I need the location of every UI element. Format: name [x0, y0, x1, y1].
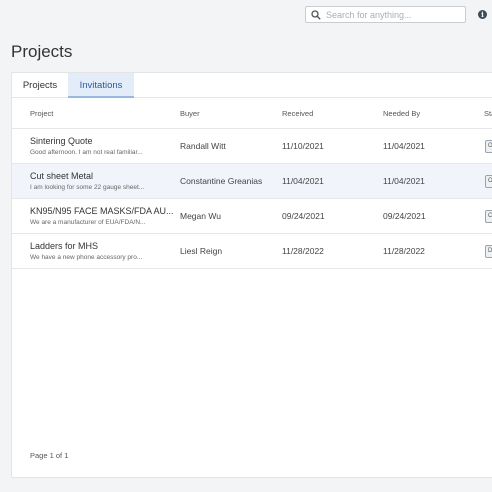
project-title: Ladders for MHS [30, 241, 99, 251]
project-description: We are a manufacturer of EUA/FDA/N... [30, 219, 146, 226]
table-header: Project Buyer Received Needed By Sta [12, 98, 492, 129]
page-title: Projects [11, 42, 73, 61]
table-row[interactable]: Ladders for MHS We have a new phone acce… [12, 234, 492, 269]
project-description: We have a new phone accessory pro... [30, 254, 143, 261]
project-cell: Ladders for MHS We have a new phone acce… [30, 241, 175, 261]
buyer-cell: Randall Witt [180, 141, 226, 151]
info-icon[interactable]: i [478, 10, 487, 19]
buyer-cell: Liesl Reign [180, 246, 223, 256]
project-cell: Sintering Quote Good afternoon. I am not… [30, 136, 175, 156]
table-row[interactable]: Cut sheet Metal I am looking for some 22… [12, 164, 492, 199]
needed-by-cell: 11/04/2021 [383, 141, 425, 151]
project-cell: Cut sheet Metal I am looking for some 22… [30, 171, 175, 191]
tab-invitations[interactable]: Invitations [68, 73, 134, 98]
status-badge: C [485, 210, 492, 223]
project-description: Good afternoon. I am not real familiar..… [30, 149, 143, 156]
project-title: Sintering Quote [30, 136, 93, 146]
status-badge: O [485, 175, 492, 188]
table-row[interactable]: KN95/N95 FACE MASKS/FDA AU... We are a m… [12, 199, 492, 234]
received-cell: 11/28/2022 [282, 246, 324, 256]
buyer-cell: Constantine Greanias [180, 176, 263, 186]
top-bar: i [0, 0, 492, 28]
search-icon [311, 9, 321, 20]
project-title: KN95/N95 FACE MASKS/FDA AU... [30, 206, 174, 216]
buyer-cell: Megan Wu [180, 211, 221, 221]
needed-by-cell: 11/04/2021 [383, 176, 425, 186]
table-row[interactable]: Sintering Quote Good afternoon. I am not… [12, 129, 492, 164]
project-cell: KN95/N95 FACE MASKS/FDA AU... We are a m… [30, 206, 175, 226]
column-header-buyer[interactable]: Buyer [180, 98, 200, 129]
received-cell: 11/04/2021 [282, 176, 324, 186]
column-header-received[interactable]: Received [282, 98, 313, 129]
search-box[interactable] [305, 6, 466, 23]
pagination-text: Page 1 of 1 [30, 451, 69, 460]
project-description: I am looking for some 22 gauge sheet... [30, 184, 145, 191]
column-header-project[interactable]: Project [30, 98, 53, 129]
project-title: Cut sheet Metal [30, 171, 94, 181]
projects-card: Projects Invitations Project Buyer Recei… [11, 72, 492, 478]
column-header-status[interactable]: Sta [484, 98, 492, 129]
tab-bar: Projects Invitations [12, 73, 492, 98]
search-input[interactable] [326, 9, 461, 20]
tab-projects[interactable]: Projects [12, 73, 68, 98]
status-badge: O [485, 140, 492, 153]
column-header-needed-by[interactable]: Needed By [383, 98, 420, 129]
needed-by-cell: 09/24/2021 [383, 211, 426, 221]
received-cell: 09/24/2021 [282, 211, 325, 221]
needed-by-cell: 11/28/2022 [383, 246, 425, 256]
status-badge: D [485, 245, 492, 258]
received-cell: 11/10/2021 [282, 141, 324, 151]
